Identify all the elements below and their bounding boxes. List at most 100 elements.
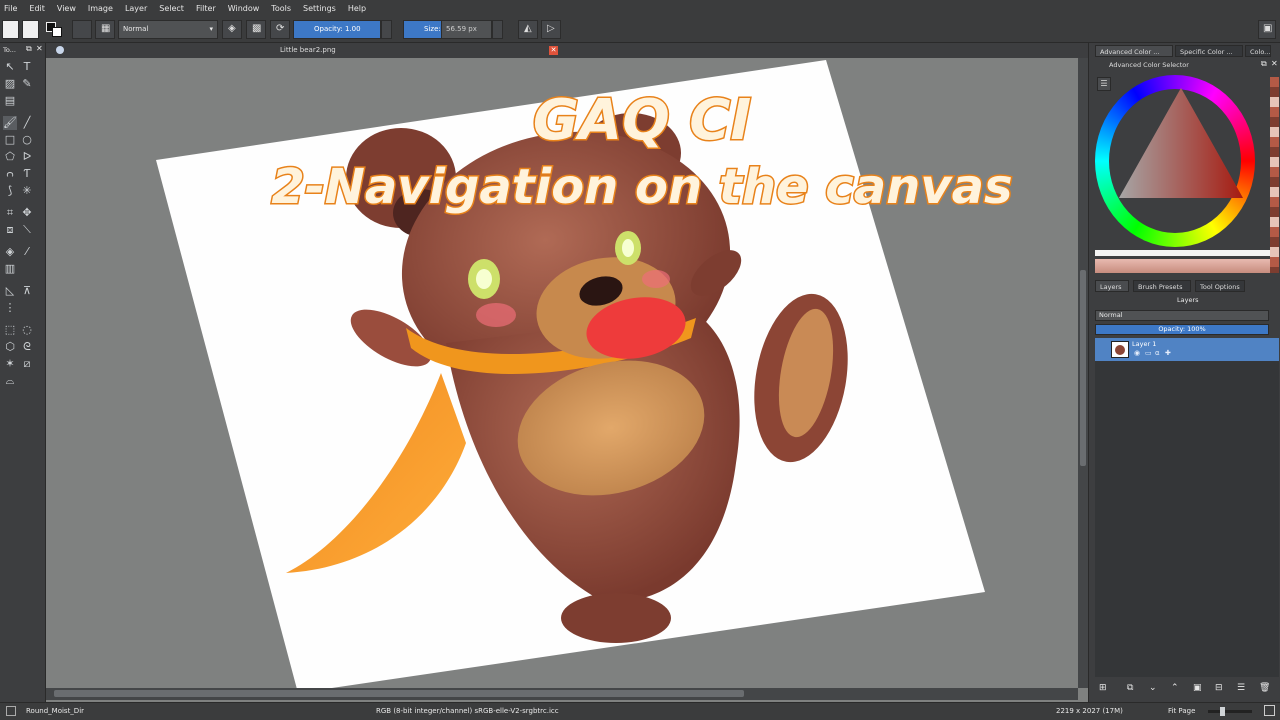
tab-specific-color[interactable]: Specific Color ... — [1175, 45, 1243, 57]
inherit-alpha-icon[interactable]: ✚ — [1165, 349, 1171, 357]
similar-select-tool[interactable]: ⧄ — [20, 357, 34, 371]
calligraphy-tool[interactable]: ✎ — [20, 77, 34, 91]
size-stepper[interactable] — [492, 20, 503, 39]
canvas-area[interactable]: GAQ CI 2-Navigation on the canvas — [46, 43, 1088, 702]
eraser-mode-button[interactable]: ◈ — [222, 20, 242, 39]
rectangle-tool[interactable]: □ — [3, 133, 17, 147]
perspective-grid-tool[interactable]: ⊼ — [20, 284, 34, 298]
pattern-swatch-button[interactable] — [22, 20, 39, 39]
select-shapes-tool[interactable]: ↖ — [3, 60, 17, 74]
bezier-tool[interactable]: ᴒ — [3, 167, 17, 181]
preserve-alpha-button[interactable]: ▩ — [246, 20, 266, 39]
transform-tool[interactable]: ⧈ — [3, 223, 17, 237]
menu-tools[interactable]: Tools — [271, 4, 291, 13]
float-icon[interactable]: ⧉ — [26, 44, 32, 54]
rect-select-tool[interactable]: ⬚ — [3, 323, 17, 337]
document-tab[interactable]: Little bear2.png — [280, 46, 336, 54]
close-tab-icon[interactable]: ✕ — [549, 46, 558, 55]
horizontal-scroll-thumb[interactable] — [54, 690, 744, 697]
menu-image[interactable]: Image — [88, 4, 113, 13]
horizontal-scrollbar[interactable] — [46, 688, 1078, 700]
merge-down-icon[interactable]: ⊟ — [1215, 683, 1223, 693]
blend-mode-select[interactable]: Normal ▾ — [118, 20, 218, 39]
opacity-slider[interactable]: Opacity: 1.00 — [293, 20, 381, 39]
color-picker-tool[interactable]: ⁄ — [20, 245, 34, 259]
close-icon[interactable]: ✕ — [1271, 59, 1278, 68]
polyline-tool[interactable]: ᐅ — [20, 150, 34, 164]
layer-row[interactable]: Layer 1 ◉ ▭ α ✚ — [1095, 338, 1279, 361]
tab-advanced-color[interactable]: Advanced Color ... — [1095, 45, 1173, 57]
menu-help[interactable]: Help — [348, 4, 366, 13]
fullscreen-icon[interactable] — [1264, 705, 1275, 716]
lock-icon[interactable]: ▭ — [1145, 349, 1152, 357]
crop-tool[interactable]: ⌗ — [3, 206, 17, 220]
menu-filter[interactable]: Filter — [196, 4, 216, 13]
visibility-icon[interactable]: ◉ — [1134, 349, 1140, 357]
size-value-field[interactable]: 56.59 px — [441, 20, 492, 39]
menu-view[interactable]: View — [57, 4, 76, 13]
grid-tool[interactable]: ⋮ — [3, 301, 17, 315]
common-colors-strip[interactable] — [1270, 77, 1279, 273]
polygon-tool[interactable]: ⬠ — [3, 150, 17, 164]
zoom-slider-handle[interactable] — [1220, 707, 1225, 716]
properties-icon[interactable]: ▣ — [1193, 683, 1202, 693]
tab-tool-options[interactable]: Tool Options — [1195, 280, 1245, 292]
layer-options-icon[interactable]: ☰ — [1237, 683, 1245, 693]
close-icon[interactable]: ✕ — [36, 44, 43, 53]
text-tool[interactable]: T — [20, 60, 34, 74]
menu-settings[interactable]: Settings — [303, 4, 336, 13]
opacity-stepper[interactable] — [381, 20, 392, 39]
layer-opacity-slider[interactable]: Opacity: 100% — [1095, 324, 1269, 335]
zoom-slider[interactable] — [1208, 707, 1252, 716]
assistant-ruler-tool[interactable]: ◺ — [3, 284, 17, 298]
measure-tool[interactable]: ⟍ — [20, 223, 34, 237]
move-up-icon[interactable]: ⌃ — [1171, 683, 1179, 693]
brush-presets-button[interactable]: ▦ — [95, 20, 115, 39]
color-patches-bar[interactable] — [1095, 259, 1270, 273]
polygon-select-tool[interactable]: ⬡ — [3, 340, 17, 354]
tab-color-more[interactable]: Colo... — [1245, 45, 1271, 57]
color-settings-button[interactable]: ☰ — [1097, 77, 1111, 91]
reload-preset-button[interactable]: ⟳ — [270, 20, 290, 39]
menu-layer[interactable]: Layer — [125, 4, 147, 13]
freehand-path-tool[interactable]: Ƭ — [20, 167, 34, 181]
gradient-tool[interactable]: ▥ — [3, 262, 17, 276]
saturation-value-triangle[interactable] — [1115, 88, 1245, 203]
assistant-tool[interactable]: ▤ — [3, 94, 17, 108]
tab-layers[interactable]: Layers — [1095, 280, 1129, 292]
menu-file[interactable]: File — [4, 4, 17, 13]
workspace-button[interactable]: ▣ — [1258, 20, 1276, 39]
zoom-mode-select[interactable]: Fit Page — [1168, 707, 1195, 715]
contiguous-select-tool[interactable]: ✶ — [3, 357, 17, 371]
freehand-select-tool[interactable]: ᘓ — [20, 340, 34, 354]
fill-tool[interactable]: ◈ — [3, 245, 17, 259]
layer-list-area[interactable] — [1095, 361, 1279, 677]
mirror-horizontal-button[interactable]: ◭ — [518, 20, 538, 39]
gradient-swatch-button[interactable] — [2, 20, 19, 39]
float-icon[interactable]: ⧉ — [1261, 59, 1267, 69]
tab-brush-presets[interactable]: Brush Presets — [1133, 280, 1191, 292]
fg-bg-color-button[interactable] — [43, 20, 65, 39]
layer-blend-mode-select[interactable]: Normal — [1095, 310, 1269, 321]
ellipse-tool[interactable]: ○ — [20, 133, 34, 147]
vertical-scroll-thumb[interactable] — [1080, 270, 1086, 466]
ellipse-select-tool[interactable]: ◌ — [20, 323, 34, 337]
edit-brush-settings-button[interactable] — [72, 20, 92, 39]
mirror-vertical-button[interactable]: ▷ — [541, 20, 561, 39]
bezier-select-tool[interactable]: ⌓ — [3, 374, 17, 388]
alpha-lock-icon[interactable]: α — [1155, 349, 1160, 357]
menu-select[interactable]: Select — [159, 4, 184, 13]
duplicate-layer-icon[interactable]: ⧉ — [1127, 683, 1133, 693]
menu-window[interactable]: Window — [228, 4, 260, 13]
layer-name[interactable]: Layer 1 — [1132, 340, 1156, 348]
move-tool[interactable]: ✥ — [20, 206, 34, 220]
multibrush-tool[interactable]: ✳ — [20, 184, 34, 198]
edit-shapes-tool[interactable]: ▨ — [3, 77, 17, 91]
dynamic-brush-tool[interactable]: ⟆ — [3, 184, 17, 198]
add-layer-icon[interactable]: ⊞ — [1099, 683, 1107, 693]
trash-icon[interactable]: 🗑 — [1259, 683, 1270, 693]
line-tool[interactable]: ╱ — [20, 116, 34, 130]
vertical-scrollbar[interactable] — [1078, 58, 1088, 688]
color-history-bar[interactable] — [1095, 250, 1270, 256]
move-down-icon[interactable]: ⌄ — [1149, 683, 1157, 693]
